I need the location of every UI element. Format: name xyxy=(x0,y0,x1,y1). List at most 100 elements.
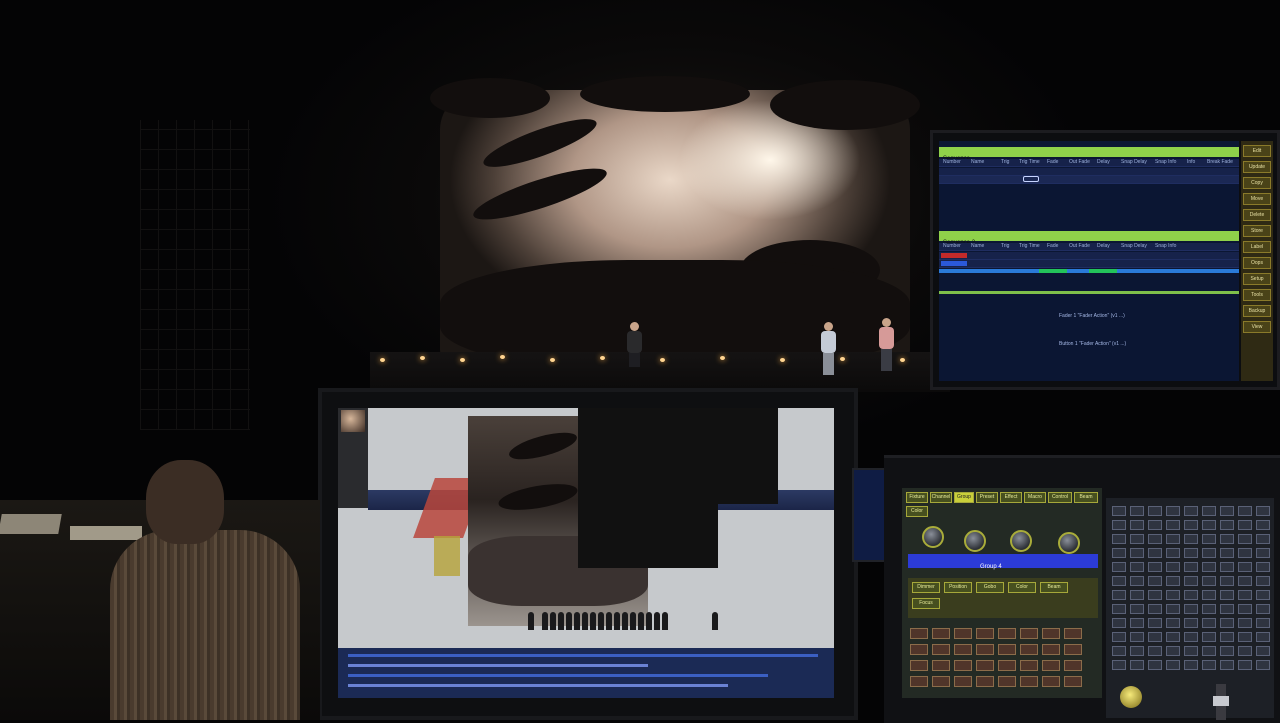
keypad-key[interactable] xyxy=(1148,562,1162,572)
timeline-track[interactable] xyxy=(348,684,728,687)
tab-group[interactable]: Group xyxy=(954,492,974,503)
keypad-key[interactable] xyxy=(1202,534,1216,544)
keypad-key[interactable] xyxy=(1238,604,1252,614)
attribute-position[interactable]: Position xyxy=(944,582,972,593)
keypad-key[interactable] xyxy=(1238,548,1252,558)
keypad-key[interactable] xyxy=(1166,548,1180,558)
attribute-beam[interactable]: Beam xyxy=(1040,582,1068,593)
pool-button[interactable] xyxy=(932,644,950,655)
pool-button[interactable] xyxy=(1020,676,1038,687)
keypad-key[interactable] xyxy=(1112,576,1126,586)
table-row[interactable] xyxy=(939,252,1239,260)
tab-channel[interactable]: Channel xyxy=(930,492,952,503)
timeline-track[interactable] xyxy=(348,664,648,667)
pool-button[interactable] xyxy=(1064,644,1082,655)
keypad-key[interactable] xyxy=(1148,576,1162,586)
keypad-key[interactable] xyxy=(1256,618,1270,628)
pool-button[interactable] xyxy=(910,644,928,655)
pool-button[interactable] xyxy=(976,644,994,655)
pool-button[interactable] xyxy=(1064,676,1082,687)
keypad-key[interactable] xyxy=(1238,646,1252,656)
keypad-key[interactable] xyxy=(1148,618,1162,628)
keypad-key[interactable] xyxy=(1184,520,1198,530)
keypad-key[interactable] xyxy=(1256,534,1270,544)
pool-button[interactable] xyxy=(998,676,1016,687)
keypad-key[interactable] xyxy=(1256,604,1270,614)
pool-button[interactable] xyxy=(1042,660,1060,671)
keypad-key[interactable] xyxy=(1166,632,1180,642)
pool-button[interactable] xyxy=(954,676,972,687)
table-row[interactable] xyxy=(939,168,1239,176)
pool-button[interactable] xyxy=(1064,628,1082,639)
tab-macro[interactable]: Macro xyxy=(1024,492,1046,503)
sequence-header-bar[interactable]: Sequence xyxy=(939,147,1239,162)
keypad-key[interactable] xyxy=(1202,520,1216,530)
pool-button[interactable] xyxy=(910,660,928,671)
keypad-key[interactable] xyxy=(1166,646,1180,656)
keypad-key[interactable] xyxy=(1238,590,1252,600)
keypad-key[interactable] xyxy=(1256,506,1270,516)
keypad-key[interactable] xyxy=(1256,562,1270,572)
pool-button[interactable] xyxy=(954,628,972,639)
keypad-key[interactable] xyxy=(1184,534,1198,544)
keypad-key[interactable] xyxy=(1220,632,1234,642)
keypad-key[interactable] xyxy=(1166,520,1180,530)
keypad-key[interactable] xyxy=(1130,590,1144,600)
keypad-key[interactable] xyxy=(1256,548,1270,558)
keypad-key[interactable] xyxy=(1130,646,1144,656)
visualizer-timeline-panel[interactable] xyxy=(338,648,834,698)
keypad-key[interactable] xyxy=(1220,660,1234,670)
keypad-key[interactable] xyxy=(1130,632,1144,642)
sidebar-button-store[interactable]: Store xyxy=(1243,225,1271,237)
keypad-key[interactable] xyxy=(1148,548,1162,558)
tab-beam[interactable]: Beam xyxy=(1074,492,1098,503)
keypad-key[interactable] xyxy=(1166,590,1180,600)
keypad-key[interactable] xyxy=(1130,548,1144,558)
table-row[interactable] xyxy=(939,260,1239,268)
selected-cell[interactable] xyxy=(1023,176,1039,182)
keypad-key[interactable] xyxy=(1220,548,1234,558)
keypad-key[interactable] xyxy=(1256,646,1270,656)
keypad-key[interactable] xyxy=(1202,618,1216,628)
keypad-key[interactable] xyxy=(1166,618,1180,628)
keypad-key[interactable] xyxy=(1238,506,1252,516)
pool-button[interactable] xyxy=(910,628,928,639)
pool-button[interactable] xyxy=(932,660,950,671)
keypad-key[interactable] xyxy=(1112,632,1126,642)
keypad-key[interactable] xyxy=(1202,604,1216,614)
sidebar-button-label[interactable]: Label xyxy=(1243,241,1271,253)
attribute-dimmer[interactable]: Dimmer xyxy=(912,582,940,593)
keypad-key[interactable] xyxy=(1112,660,1126,670)
pool-button[interactable] xyxy=(1020,644,1038,655)
keypad-key[interactable] xyxy=(1112,520,1126,530)
keypad-key[interactable] xyxy=(1238,632,1252,642)
sequence-2-header-bar[interactable]: Sequence 2 xyxy=(939,231,1239,246)
sidebar-button-delete[interactable]: Delete xyxy=(1243,209,1271,221)
keypad-key[interactable] xyxy=(1130,604,1144,614)
keypad-key[interactable] xyxy=(1256,520,1270,530)
pool-button[interactable] xyxy=(976,660,994,671)
keypad-key[interactable] xyxy=(1238,576,1252,586)
encoder-knob[interactable] xyxy=(1058,532,1080,554)
keypad-key[interactable] xyxy=(1148,646,1162,656)
keypad-key[interactable] xyxy=(1166,562,1180,572)
keypad-key[interactable] xyxy=(1184,562,1198,572)
keypad-key[interactable] xyxy=(1202,548,1216,558)
keypad-key[interactable] xyxy=(1184,590,1198,600)
keypad-key[interactable] xyxy=(1220,562,1234,572)
sidebar-button-tools[interactable]: Tools xyxy=(1243,289,1271,301)
keypad-key[interactable] xyxy=(1238,562,1252,572)
pool-button[interactable] xyxy=(932,628,950,639)
encoder-knob[interactable] xyxy=(922,526,944,548)
keypad-key[interactable] xyxy=(1148,590,1162,600)
sidebar-button-setup[interactable]: Setup xyxy=(1243,273,1271,285)
keypad-key[interactable] xyxy=(1184,576,1198,586)
pool-button[interactable] xyxy=(1020,660,1038,671)
selected-group-bar[interactable] xyxy=(908,554,1098,568)
keypad-key[interactable] xyxy=(1112,618,1126,628)
pool-button[interactable] xyxy=(976,628,994,639)
preview-thumbnail[interactable] xyxy=(341,410,365,432)
keypad-key[interactable] xyxy=(1220,604,1234,614)
keypad-key[interactable] xyxy=(1220,506,1234,516)
keypad-key[interactable] xyxy=(1202,632,1216,642)
